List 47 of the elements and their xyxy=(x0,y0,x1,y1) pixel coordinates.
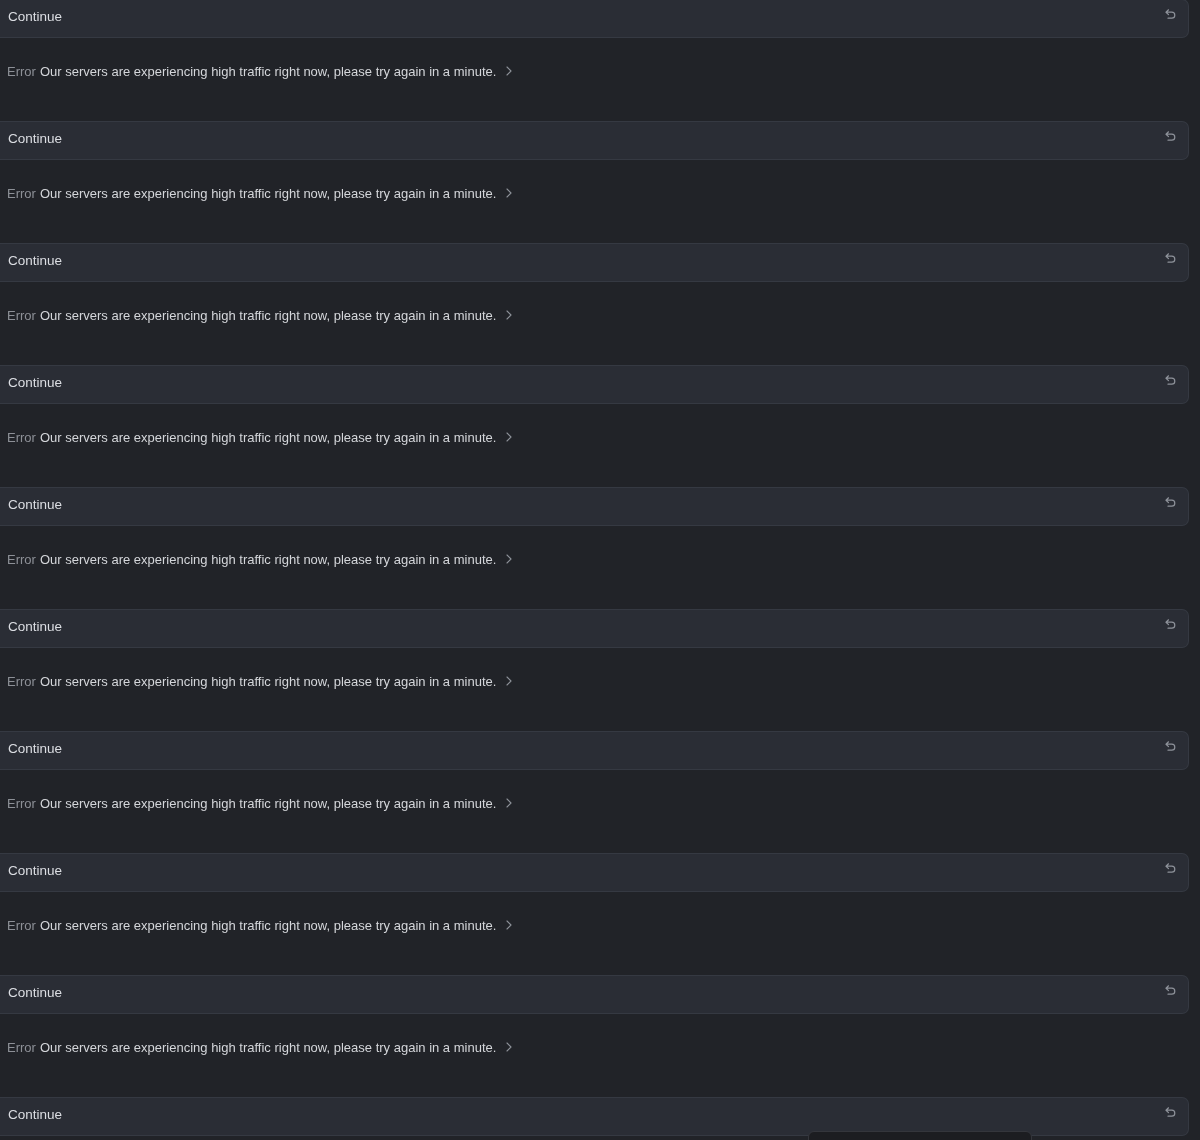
message-text: Continue xyxy=(8,1106,63,1124)
undo-icon[interactable] xyxy=(1165,619,1176,629)
error-label: Error xyxy=(7,673,36,691)
message-text: Continue xyxy=(8,984,63,1002)
error-message: Our servers are experiencing high traffic right now, please try again in a minute. xyxy=(39,673,497,691)
error-message: Our servers are experiencing high traffic right now, please try again in a minute. xyxy=(39,185,497,203)
error-label: Error xyxy=(7,63,36,81)
chevron-right-icon[interactable] xyxy=(506,798,513,808)
chevron-right-icon[interactable] xyxy=(506,188,513,198)
undo-icon[interactable] xyxy=(1165,131,1176,141)
error-message: Our servers are experiencing high traffic right now, please try again in a minute. xyxy=(39,429,497,447)
chevron-right-icon[interactable] xyxy=(506,676,513,686)
error-label: Error xyxy=(7,307,36,325)
chevron-right-icon[interactable] xyxy=(506,554,513,564)
message-text: Continue xyxy=(8,862,63,880)
message-text: Continue xyxy=(8,496,63,514)
undo-icon[interactable] xyxy=(1165,375,1176,385)
undo-icon[interactable] xyxy=(1165,497,1176,507)
undo-icon[interactable] xyxy=(1165,985,1176,995)
chevron-right-icon[interactable] xyxy=(506,66,513,76)
chevron-right-icon[interactable] xyxy=(506,432,513,442)
error-label: Error xyxy=(7,917,36,935)
undo-icon[interactable] xyxy=(1165,9,1176,19)
message-text: Continue xyxy=(8,130,63,148)
error-label: Error xyxy=(7,551,36,569)
error-label: Error xyxy=(7,795,36,813)
undo-icon[interactable] xyxy=(1165,253,1176,263)
message-text: Continue xyxy=(8,618,63,636)
message-text: Continue xyxy=(8,740,63,758)
error-label: Error xyxy=(7,429,36,447)
error-message: Our servers are experiencing high traffic right now, please try again in a minute. xyxy=(39,307,497,325)
message-text: Continue xyxy=(8,8,63,26)
error-message: Our servers are experiencing high traffic right now, please try again in a minute. xyxy=(39,63,497,81)
error-message: Our servers are experiencing high traffic right now, please try again in a minute. xyxy=(39,551,497,569)
error-message: Our servers are experiencing high traffic right now, please try again in a minute. xyxy=(39,795,497,813)
error-message: Our servers are experiencing high traffic right now, please try again in a minute. xyxy=(39,1039,497,1057)
chevron-right-icon[interactable] xyxy=(506,920,513,930)
error-label: Error xyxy=(7,1039,36,1057)
undo-icon[interactable] xyxy=(1165,741,1176,751)
undo-icon[interactable] xyxy=(1165,1107,1176,1117)
error-label: Error xyxy=(7,185,36,203)
chevron-right-icon[interactable] xyxy=(506,310,513,320)
error-message: Our servers are experiencing high traffic right now, please try again in a minute. xyxy=(39,917,497,935)
chevron-right-icon[interactable] xyxy=(506,1042,513,1052)
message-text: Continue xyxy=(8,252,63,270)
message-text: Continue xyxy=(8,374,63,392)
undo-icon[interactable] xyxy=(1165,863,1176,873)
